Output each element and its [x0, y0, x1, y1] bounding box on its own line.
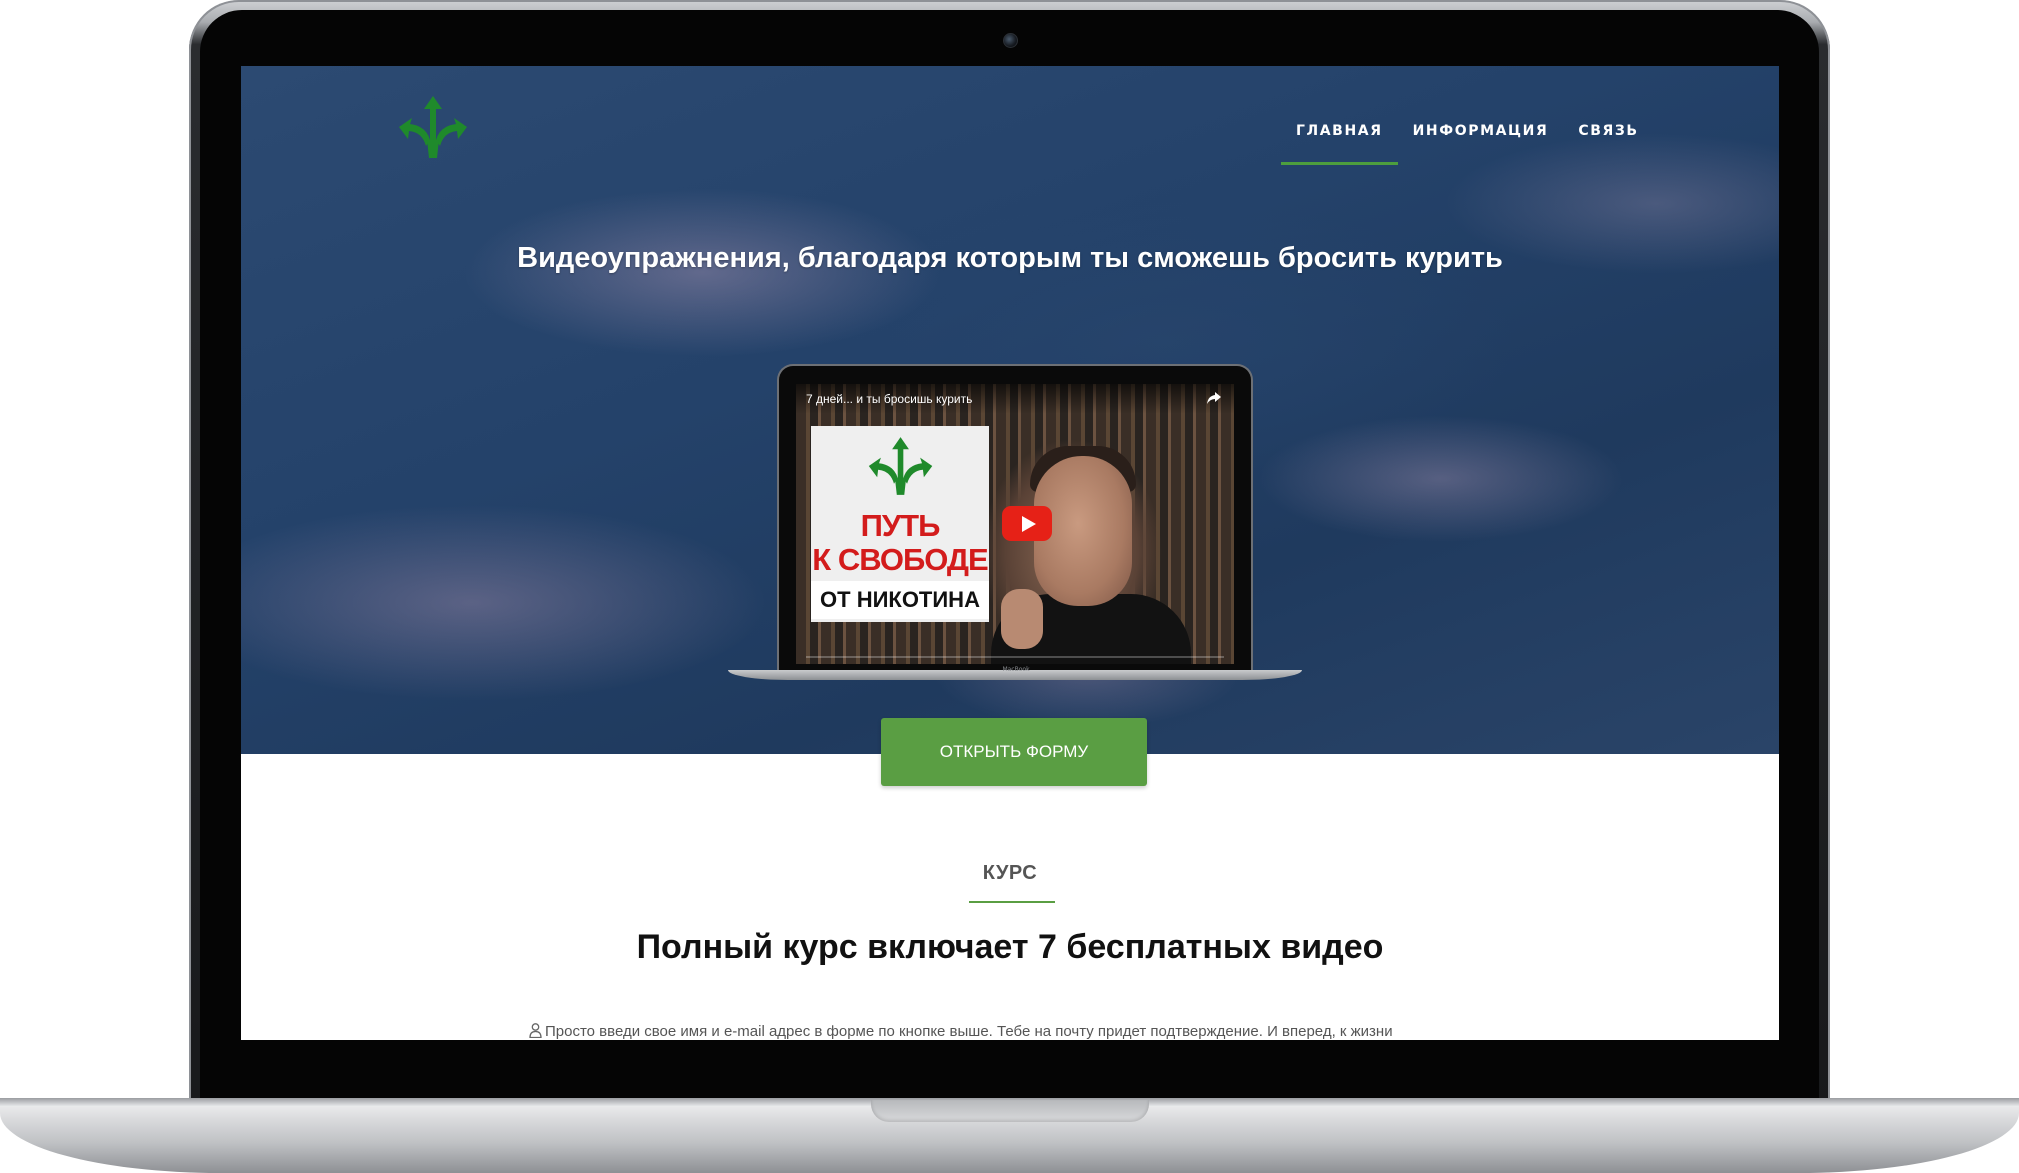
- share-icon[interactable]: [1206, 390, 1222, 406]
- video-progress-bar[interactable]: [806, 656, 1224, 658]
- course-description: Просто введи свое имя и e-mail адрес в ф…: [529, 1023, 1489, 1040]
- video-player[interactable]: ПУТЬ К СВОБОДЕ ОТ НИКОТИНА 7 дней... и т…: [796, 384, 1234, 664]
- video-title[interactable]: 7 дней... и ты бросишь курить: [806, 392, 972, 406]
- arrows-logo-icon: [868, 437, 933, 495]
- laptop-trackpad-notch: [871, 1100, 1149, 1122]
- hero-section: ГЛАВНАЯ ИНФОРМАЦИЯ СВЯЗЬ Видеоупражнения…: [241, 66, 1779, 754]
- nav-item-home[interactable]: ГЛАВНАЯ: [1281, 121, 1398, 165]
- nav-item-info[interactable]: ИНФОРМАЦИЯ: [1398, 121, 1564, 165]
- user-icon: [529, 1023, 542, 1038]
- arrows-logo-icon[interactable]: [396, 96, 471, 158]
- video-person-hand: [1001, 589, 1043, 649]
- website-screen: ГЛАВНАЯ ИНФОРМАЦИЯ СВЯЗЬ Видеоупражнения…: [241, 66, 1779, 1040]
- thumbnail-text-line2: К СВОБОДЕ: [812, 542, 988, 577]
- thumbnail-text-line3: ОТ НИКОТИНА: [811, 581, 989, 619]
- course-label-underline: [969, 901, 1055, 903]
- laptop-mockup: ГЛАВНАЯ ИНФОРМАЦИЯ СВЯЗЬ Видеоупражнения…: [0, 0, 2019, 1173]
- course-description-text: Просто введи свое имя и e-mail адрес в ф…: [545, 1023, 1393, 1040]
- open-form-button[interactable]: ОТКРЫТЬ ФОРМУ: [881, 718, 1147, 786]
- video-laptop-brand: MacBook: [1002, 666, 1030, 673]
- main-nav: ГЛАВНАЯ ИНФОРМАЦИЯ СВЯЗЬ: [1281, 121, 1654, 165]
- thumbnail-text-line1: ПУТЬ: [860, 508, 941, 543]
- course-section-label: КУРС: [982, 862, 1038, 884]
- course-heading: Полный курс включает 7 бесплатных видео: [636, 928, 1384, 966]
- nav-item-contact[interactable]: СВЯЗЬ: [1563, 121, 1653, 165]
- play-icon[interactable]: [1002, 506, 1052, 541]
- hero-title: Видеоупражнения, благодаря которым ты см…: [517, 242, 1503, 274]
- camera-icon: [1003, 33, 1018, 48]
- video-thumbnail-card: ПУТЬ К СВОБОДЕ ОТ НИКОТИНА: [811, 426, 989, 622]
